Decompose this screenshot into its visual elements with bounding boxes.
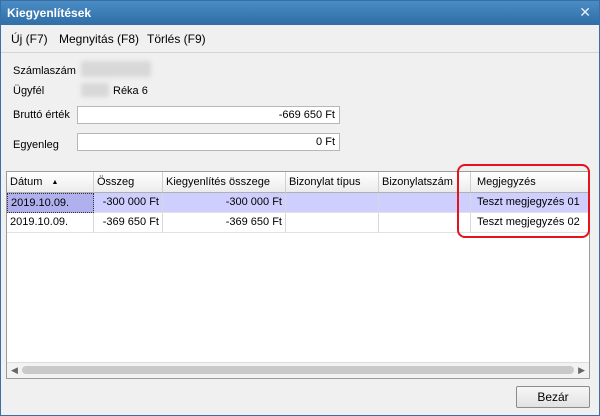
balance-value-field: 0 Ft	[77, 133, 340, 151]
title-bar: Kiegyenlítések ✕	[1, 1, 599, 25]
cell-date: 2019.10.09.	[7, 193, 94, 213]
cell-doc-type	[286, 193, 379, 213]
cell-settled: -369 650 Ft	[163, 213, 286, 233]
column-header-doc-type[interactable]: Bizonylat típus	[286, 172, 379, 193]
note-column-highlight	[457, 164, 590, 238]
gross-label: Bruttó érték	[13, 109, 70, 121]
account-label: Számlaszám	[13, 65, 76, 77]
gross-value-field: -669 650 Ft	[77, 106, 340, 124]
cell-amount: -369 650 Ft	[94, 213, 163, 233]
column-header-settled[interactable]: Kiegyenlítés összege	[163, 172, 286, 193]
menu-open[interactable]: Megnyitás (F8)	[59, 32, 139, 46]
menu-delete[interactable]: Törlés (F9)	[147, 32, 206, 46]
close-button[interactable]: Bezár	[516, 386, 590, 408]
form-area: Számlaszám Ügyfél Réka 6 Bruttó érték -6…	[1, 53, 599, 165]
customer-name-redacted	[81, 83, 109, 97]
horizontal-scrollbar[interactable]: ◀ ▶	[7, 362, 589, 378]
cell-amount: -300 000 Ft	[94, 193, 163, 213]
scroll-right-icon[interactable]: ▶	[578, 365, 585, 376]
window-title: Kiegyenlítések	[7, 6, 92, 20]
scroll-left-icon[interactable]: ◀	[11, 365, 18, 376]
balance-label: Egyenleg	[13, 139, 59, 151]
column-header-date[interactable]: Dátum ▲	[7, 172, 94, 193]
dialog-window: Kiegyenlítések ✕ Új (F7) Megnyitás (F8) …	[0, 0, 600, 416]
column-header-date-label: Dátum	[10, 176, 43, 188]
customer-name: Réka 6	[113, 85, 148, 97]
customer-label: Ügyfél	[13, 85, 45, 97]
column-header-amount[interactable]: Összeg	[94, 172, 163, 193]
cell-date: 2019.10.09.	[7, 213, 94, 233]
menu-bar: Új (F7) Megnyitás (F8) Törlés (F9)	[1, 25, 599, 53]
scroll-thumb[interactable]	[22, 366, 574, 374]
sort-ascending-icon: ▲	[51, 178, 59, 186]
cell-settled: -300 000 Ft	[163, 193, 286, 213]
close-icon[interactable]: ✕	[579, 4, 591, 21]
menu-new[interactable]: Új (F7)	[11, 32, 48, 46]
cell-doc-type	[286, 213, 379, 233]
account-number-redacted	[81, 61, 151, 77]
